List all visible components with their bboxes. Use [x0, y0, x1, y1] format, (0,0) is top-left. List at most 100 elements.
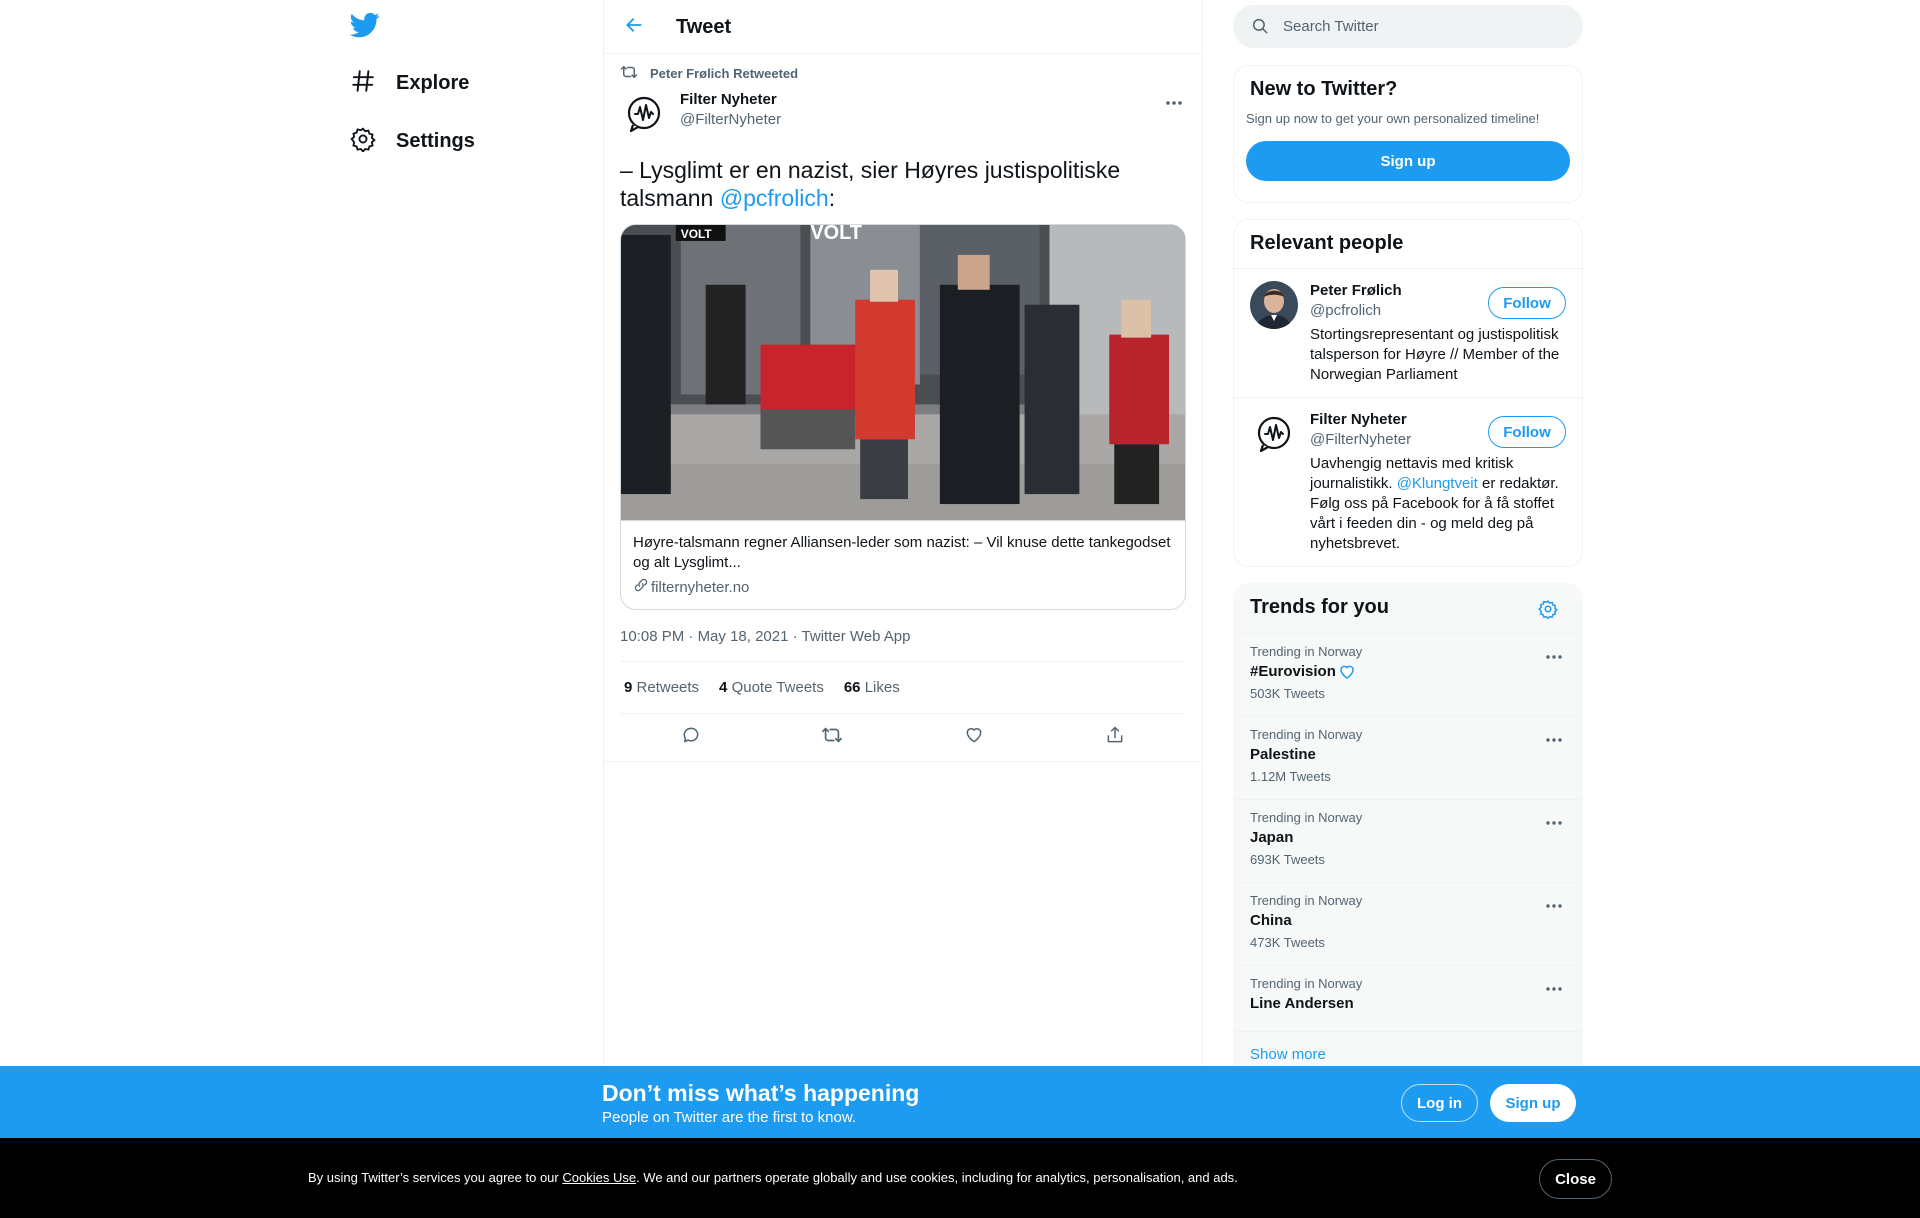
nav-explore[interactable]: Explore: [350, 58, 469, 108]
likes-label: Likes: [864, 679, 900, 696]
tweet-more-button[interactable]: [1162, 90, 1186, 114]
banner-signup-button[interactable]: Sign up: [1490, 1084, 1576, 1122]
card-image-label-2: VOLT: [810, 225, 862, 244]
quotes-count: 4: [719, 679, 728, 696]
person-avatar[interactable]: [1250, 281, 1298, 329]
meta-separator: ·: [788, 628, 802, 645]
cookie-text: By using Twitter’s services you agree to…: [308, 1170, 1238, 1185]
banner-subtitle: People on Twitter are the first to know.: [602, 1109, 857, 1126]
person-avatar[interactable]: [1250, 410, 1298, 458]
author-name[interactable]: Filter Nyheter: [680, 90, 781, 110]
meta-separator: ·: [684, 628, 698, 645]
relevant-people-title: Relevant people: [1250, 232, 1404, 254]
cookie-text-before: By using Twitter’s services you agree to…: [308, 1170, 563, 1185]
follow-button[interactable]: Follow: [1488, 287, 1566, 319]
trends-settings-gear-icon[interactable]: [1538, 599, 1558, 620]
signup-banner: Don’t miss what’s happening People on Tw…: [0, 1066, 1920, 1138]
trend-name: China: [1250, 912, 1292, 929]
tweet-text-body: – Lysglimt er en nazist, sier Høyres jus…: [620, 157, 1121, 211]
cookie-text-after: . We and our partners operate globally a…: [636, 1170, 1238, 1185]
person-item[interactable]: Peter Frølich @pcfrolich Stortingsrepres…: [1234, 269, 1582, 398]
nav-settings[interactable]: Settings: [350, 116, 475, 166]
new-to-twitter-title: New to Twitter?: [1250, 78, 1398, 100]
trend-more-button[interactable]: [1542, 978, 1566, 996]
trend-context: Trending in Norway: [1250, 976, 1363, 991]
trend-context: Trending in Norway: [1250, 810, 1363, 825]
author-handle[interactable]: @FilterNyheter: [680, 110, 781, 130]
trends-title: Trends for you: [1250, 596, 1389, 618]
card-domain: filternyheter.no: [633, 577, 1173, 597]
trend-count: 1.12M Tweets: [1250, 769, 1331, 784]
tweet-stats: 9 Retweets 4 Quote Tweets 66 Likes: [620, 662, 1186, 714]
retweeted-by-link[interactable]: Peter Frølich Retweeted: [650, 66, 798, 81]
tweet-date: May 18, 2021: [697, 628, 789, 645]
trend-name: Japan: [1250, 829, 1294, 846]
trend-more-button[interactable]: [1542, 646, 1566, 664]
left-navigation: Explore Settings: [340, 0, 590, 1218]
trend-item[interactable]: Trending in Norway #Eurovision 503K Twee…: [1234, 634, 1582, 717]
author-avatar[interactable]: [620, 90, 668, 138]
share-icon: [1105, 725, 1125, 750]
twitter-logo-icon[interactable]: [349, 10, 384, 44]
likes-stat[interactable]: 66 Likes: [844, 679, 900, 696]
search-icon: [1251, 17, 1271, 37]
page-title: Tweet: [676, 16, 732, 38]
trend-name: Palestine: [1250, 746, 1316, 763]
trend-more-button[interactable]: [1542, 729, 1566, 747]
reply-button[interactable]: [674, 721, 708, 755]
cookie-bar: By using Twitter’s services you agree to…: [0, 1138, 1920, 1218]
likes-count: 66: [843, 679, 861, 696]
trend-item[interactable]: Trending in Norway China 473K Tweets: [1234, 883, 1582, 966]
cookies-use-link[interactable]: Cookies Use: [562, 1170, 636, 1185]
author-names: Filter Nyheter @FilterNyheter: [680, 90, 781, 130]
retweet-icon: [821, 725, 843, 750]
trends-header: Trends for you: [1234, 584, 1582, 634]
nav-explore-label: Explore: [396, 71, 470, 94]
retweet-button[interactable]: [815, 721, 849, 755]
cookie-close-button[interactable]: Close: [1539, 1159, 1612, 1199]
like-button[interactable]: [957, 721, 991, 755]
relevant-people-panel: Relevant people Peter Frølich @pcfrolich…: [1233, 219, 1583, 567]
new-to-twitter-panel: New to Twitter? Sign up now to get your …: [1233, 65, 1583, 203]
follow-button[interactable]: Follow: [1488, 416, 1566, 448]
bio-mention-link[interactable]: @Klungtveit: [1397, 475, 1478, 492]
share-button[interactable]: [1098, 721, 1132, 755]
back-button[interactable]: [616, 9, 652, 45]
quote-tweets-stat[interactable]: 4 Quote Tweets: [719, 679, 824, 696]
tweet-source-link[interactable]: Twitter Web App: [802, 628, 911, 645]
trend-context: Trending in Norway: [1250, 893, 1363, 908]
main-column: Tweet Peter Frølich Retweeted Filter Nyh…: [603, 0, 1203, 1218]
card-title: Høyre-talsmann regner Alliansen-leder so…: [633, 534, 1171, 571]
search-input[interactable]: [1283, 18, 1543, 35]
login-button[interactable]: Log in: [1401, 1084, 1478, 1122]
trend-more-button[interactable]: [1542, 895, 1566, 913]
trend-item[interactable]: Trending in Norway Japan 693K Tweets: [1234, 800, 1582, 883]
link-card[interactable]: VOLT VOLT Høyre-talsmann regner Allianse…: [620, 224, 1186, 610]
more-dots-icon: [1546, 978, 1562, 996]
tweet-mention-link[interactable]: @pcfrolich: [720, 185, 829, 211]
link-icon: [633, 577, 649, 597]
arrow-left-icon: [624, 15, 644, 40]
tweet-timestamp: 10:08 PM · May 18, 2021 · Twitter Web Ap…: [620, 628, 1186, 662]
trends-panel: Trends for you Trending in Norway #Eurov…: [1233, 583, 1583, 1083]
retweet-context: Peter Frølich Retweeted: [620, 64, 1186, 82]
more-dots-icon: [1546, 729, 1562, 747]
banner-title: Don’t miss what’s happening: [602, 1080, 920, 1106]
tweet-text-end: :: [828, 185, 836, 211]
trend-item[interactable]: Trending in Norway Palestine 1.12M Tweet…: [1234, 717, 1582, 800]
retweet-icon: [620, 64, 638, 83]
sidebar-signup-button[interactable]: Sign up: [1246, 141, 1570, 181]
tweet-author: Filter Nyheter @FilterNyheter: [620, 90, 1186, 138]
trend-name-text: #Eurovision: [1250, 663, 1336, 680]
trend-item[interactable]: Trending in Norway Line Andersen: [1234, 966, 1582, 1032]
tweet-time-link[interactable]: 10:08 PM · May 18, 2021: [620, 628, 788, 645]
retweets-stat[interactable]: 9 Retweets: [624, 679, 699, 696]
tweet: Peter Frølich Retweeted Filter Nyheter @…: [604, 64, 1202, 762]
trend-name: Line Andersen: [1250, 995, 1354, 1012]
trend-more-button[interactable]: [1542, 812, 1566, 830]
tweet-text: – Lysglimt er en nazist, sier Høyres jus…: [620, 156, 1186, 212]
person-item[interactable]: Filter Nyheter @FilterNyheter Uavhengig …: [1234, 398, 1582, 566]
search-bar[interactable]: [1233, 5, 1583, 48]
new-to-twitter-subtitle: Sign up now to get your own personalized…: [1246, 111, 1540, 126]
more-dots-icon: [1546, 895, 1562, 913]
